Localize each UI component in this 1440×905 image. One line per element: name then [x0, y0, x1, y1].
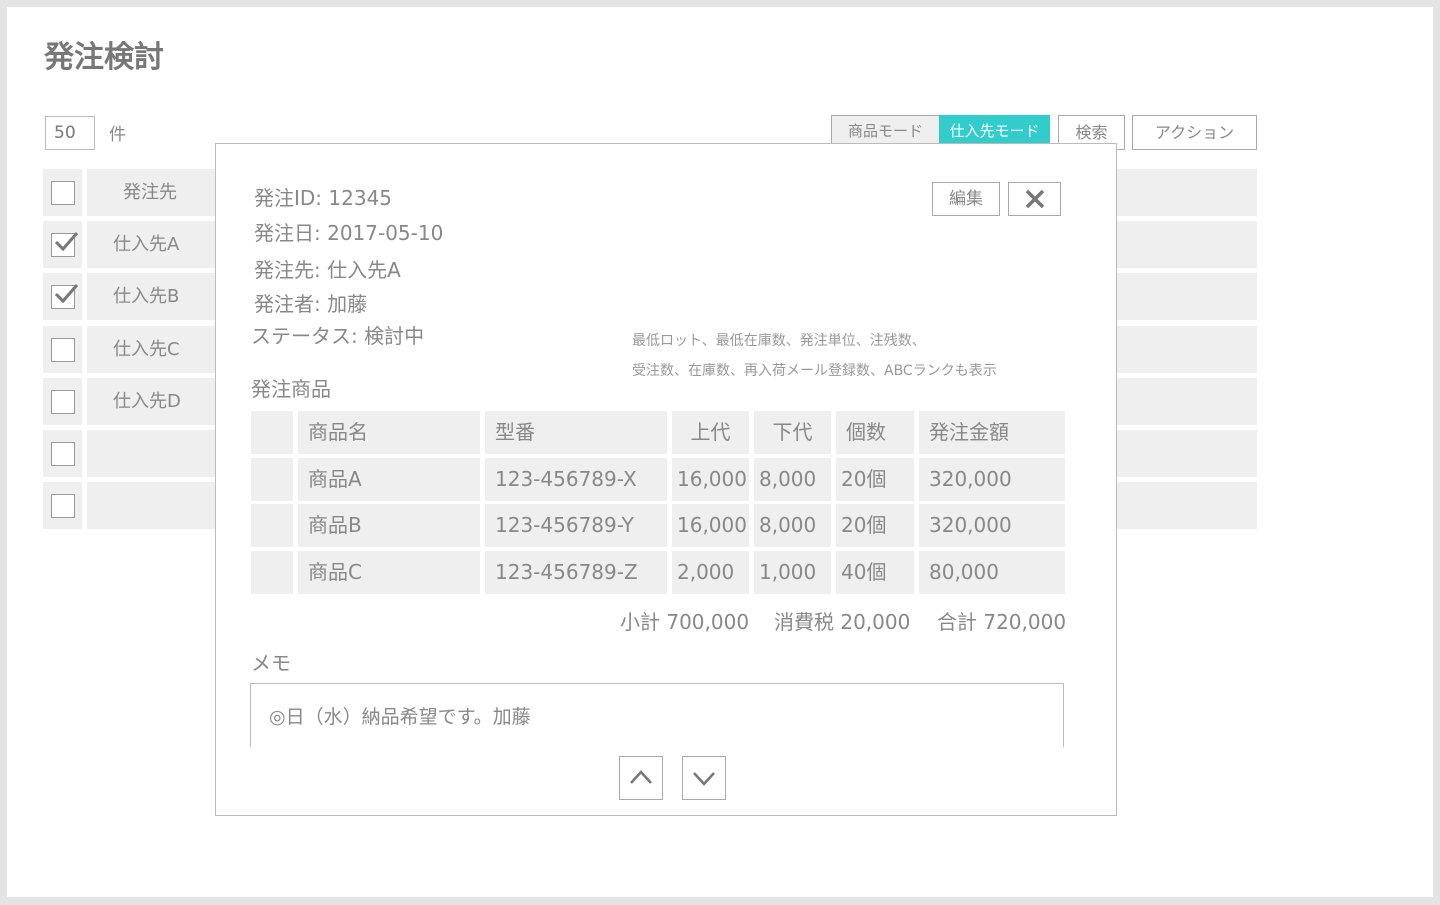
- row-checkbox[interactable]: [51, 390, 75, 414]
- memo-textarea[interactable]: ◎日（水）納品希望です。加藤: [250, 683, 1064, 747]
- supplier-name: 仕入先A: [113, 234, 180, 255]
- subtotal: 小計 700,000: [620, 610, 750, 634]
- count-unit: 件: [109, 125, 126, 145]
- table-cell: 商品A: [298, 458, 480, 501]
- items-label: 発注商品: [251, 377, 331, 401]
- checkbox-cell: [43, 273, 82, 320]
- count-input[interactable]: 50: [45, 116, 95, 150]
- table-cell: 80,000: [919, 551, 1065, 594]
- supplier-name: 仕入先B: [113, 286, 180, 307]
- table-cell: 123-456789-Z: [485, 551, 667, 594]
- table-cell: 20個: [836, 504, 914, 547]
- checkmark-icon: [54, 232, 79, 252]
- order-date: 発注日: 2017-05-10: [254, 221, 444, 245]
- table-cell: [251, 458, 293, 501]
- scroll-up-button[interactable]: [619, 756, 663, 800]
- table-cell: 8,000: [754, 504, 831, 547]
- table-cell: 40個: [836, 551, 914, 594]
- total: 合計 720,000: [937, 610, 1067, 634]
- row-checkbox[interactable]: [51, 494, 75, 518]
- table-cell: 商品B: [298, 504, 480, 547]
- table-cell: 16,000: [672, 458, 749, 501]
- order-id: 発注ID: 12345: [254, 186, 393, 210]
- table-header-cell: 下代: [754, 411, 831, 454]
- checkbox-cell: [43, 221, 82, 268]
- table-header-cell: 上代: [672, 411, 749, 454]
- row-checkbox[interactable]: [51, 338, 75, 362]
- table-cell: 123-456789-X: [485, 458, 667, 501]
- select-all-checkbox[interactable]: [51, 181, 75, 205]
- info-note-line2: 受注数、在庫数、再入荷メール登録数、ABCランクも表示: [632, 363, 997, 379]
- row-checkbox[interactable]: [51, 442, 75, 466]
- supplier-name: 仕入先C: [113, 339, 180, 360]
- checkmark-icon: [54, 284, 79, 304]
- info-note-line1: 最低ロット、最低在庫数、発注単位、注残数、: [632, 333, 926, 349]
- checkbox-cell: [43, 169, 82, 216]
- list-header-label: 発注先: [123, 182, 177, 203]
- row-checkbox[interactable]: [51, 284, 79, 309]
- checkbox-cell: [43, 430, 82, 477]
- chevron-up-icon: [630, 770, 652, 784]
- table-header-cell: 型番: [485, 411, 667, 454]
- close-icon: [1025, 189, 1044, 209]
- table-cell: 320,000: [919, 458, 1065, 501]
- order-status: ステータス: 検討中: [251, 324, 425, 348]
- table-header-cell: 個数: [836, 411, 914, 454]
- page-title: 発注検討: [44, 40, 164, 75]
- scroll-down-button[interactable]: [682, 756, 726, 800]
- checkbox-cell: [43, 482, 82, 529]
- memo-label: メモ: [251, 651, 291, 675]
- table-cell: 8,000: [754, 458, 831, 501]
- table-cell: 2,000: [672, 551, 749, 594]
- checkbox-cell: [43, 326, 82, 373]
- table-cell: 商品C: [298, 551, 480, 594]
- supplier-name: 仕入先D: [113, 391, 181, 412]
- table-header-cell: [251, 411, 293, 454]
- table-cell: 123-456789-Y: [485, 504, 667, 547]
- table-cell: 320,000: [919, 504, 1065, 547]
- edit-button[interactable]: 編集: [932, 182, 1000, 216]
- chevron-down-icon: [693, 772, 715, 786]
- action-button[interactable]: アクション: [1132, 115, 1257, 150]
- table-cell: 16,000: [672, 504, 749, 547]
- table-header-cell: 発注金額: [919, 411, 1065, 454]
- table-cell: 1,000: [754, 551, 831, 594]
- checkbox-cell: [43, 378, 82, 425]
- close-button[interactable]: [1008, 182, 1061, 216]
- order-supplier: 発注先: 仕入先A: [254, 258, 401, 282]
- row-checkbox[interactable]: [51, 232, 79, 257]
- orderer: 発注者: 加藤: [254, 292, 368, 316]
- table-cell: [251, 551, 293, 594]
- table-cell: 20個: [836, 458, 914, 501]
- table-header-cell: 商品名: [298, 411, 480, 454]
- table-cell: [251, 504, 293, 547]
- tax: 消費税 20,000: [774, 610, 911, 634]
